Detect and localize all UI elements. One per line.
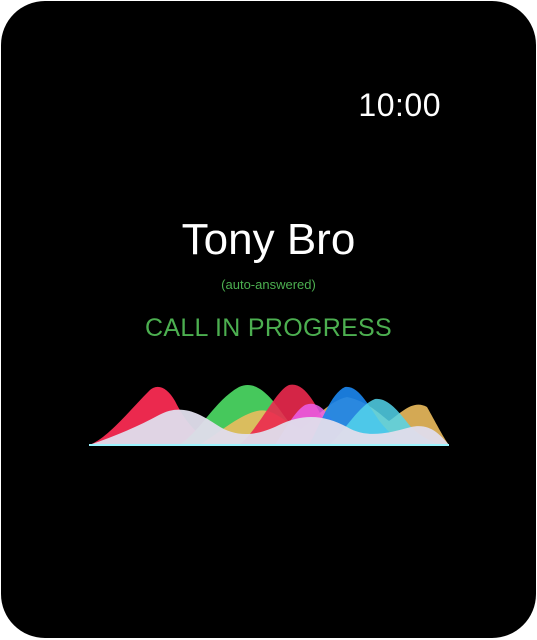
call-subtitle: (auto-answered) (221, 277, 316, 292)
clock-time: 10:00 (358, 87, 441, 123)
audio-waveform-icon (89, 384, 449, 446)
caller-name: Tony Bro (181, 215, 356, 264)
watch-screen: 10:00 Tony Bro (auto-answered) CALL IN P… (1, 1, 536, 638)
call-status: CALL IN PROGRESS (145, 314, 392, 342)
